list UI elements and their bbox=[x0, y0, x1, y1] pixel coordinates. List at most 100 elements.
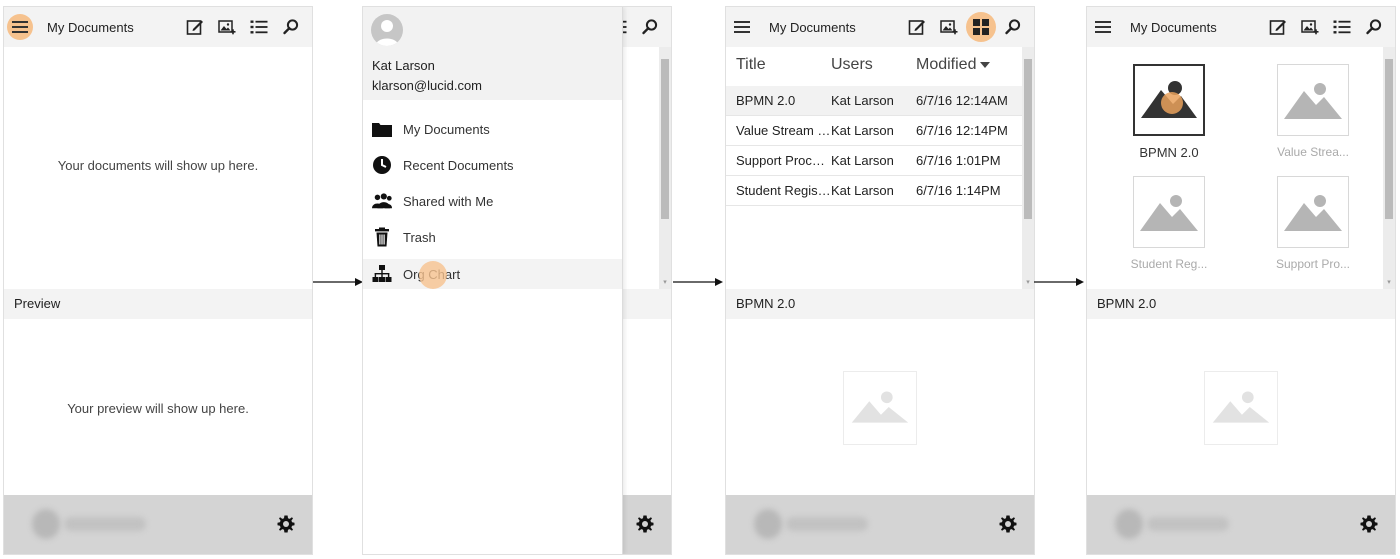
search-button[interactable] bbox=[998, 12, 1028, 42]
table-row[interactable]: Value Stream Map Kat Larson 6/7/16 12:14… bbox=[726, 116, 1022, 146]
cell-users: Kat Larson bbox=[831, 153, 894, 168]
column-header-title[interactable]: Title bbox=[726, 56, 831, 74]
gear-icon[interactable] bbox=[276, 514, 296, 534]
new-document-button[interactable] bbox=[902, 12, 932, 42]
image-placeholder-icon bbox=[1284, 195, 1342, 231]
user-email: klarson@lucid.com bbox=[372, 78, 483, 93]
nav-label: Recent Documents bbox=[403, 157, 514, 173]
document-tile[interactable] bbox=[1277, 176, 1349, 248]
tile-label: BPMN 2.0 bbox=[1139, 145, 1199, 160]
cell-title: Support Process bbox=[736, 153, 831, 168]
avatar[interactable] bbox=[32, 509, 60, 539]
document-thumbnail-icon bbox=[1141, 81, 1197, 118]
image-placeholder-icon bbox=[1212, 391, 1270, 423]
page-title: My Documents bbox=[1130, 19, 1217, 35]
document-tile[interactable] bbox=[1133, 176, 1205, 248]
search-button[interactable] bbox=[276, 12, 306, 42]
flow-arrow bbox=[1034, 278, 1084, 286]
nav-item-shared-with-me[interactable]: Shared with Me bbox=[363, 186, 622, 216]
scroll-down-arrow[interactable]: ▾ bbox=[661, 279, 669, 287]
insert-image-button[interactable] bbox=[212, 12, 242, 42]
cell-title: Value Stream Map bbox=[736, 123, 831, 138]
preview-area: Your preview will show up here. bbox=[4, 319, 312, 497]
empty-preview-message: Your preview will show up here. bbox=[67, 401, 249, 416]
grid-icon bbox=[973, 19, 989, 35]
gear-icon[interactable] bbox=[635, 514, 655, 534]
search-icon bbox=[283, 19, 299, 35]
cell-users: Kat Larson bbox=[831, 93, 894, 108]
list-view-button[interactable] bbox=[1327, 12, 1357, 42]
cell-title: Student Registration bbox=[736, 183, 831, 198]
nav-item-trash[interactable]: Trash bbox=[363, 222, 622, 252]
account-footer bbox=[4, 495, 312, 554]
page-title: My Documents bbox=[47, 19, 134, 35]
nav-label: Trash bbox=[403, 229, 436, 245]
nav-item-org-chart[interactable]: Org Chart bbox=[363, 259, 622, 289]
preview-placeholder bbox=[1204, 371, 1278, 445]
list-icon bbox=[250, 20, 268, 34]
table-row[interactable]: Student Registration Kat Larson 6/7/16 1… bbox=[726, 176, 1022, 206]
scrollbar[interactable]: ▾ bbox=[1383, 47, 1395, 289]
column-header-modified-label: Modified bbox=[916, 56, 977, 73]
folder-icon bbox=[372, 123, 392, 137]
list-icon bbox=[1333, 20, 1351, 34]
search-button-behind bbox=[635, 12, 665, 42]
avatar[interactable] bbox=[371, 14, 403, 46]
column-header-users[interactable]: Users bbox=[831, 56, 916, 74]
account-name bbox=[786, 517, 868, 531]
column-header-modified[interactable]: Modified bbox=[916, 56, 1022, 74]
table-header: Title Users Modified bbox=[726, 47, 1022, 83]
menu-button[interactable] bbox=[1090, 14, 1116, 40]
search-button[interactable] bbox=[1359, 12, 1389, 42]
insert-image-button[interactable] bbox=[1295, 12, 1325, 42]
account-name bbox=[64, 517, 146, 531]
scroll-thumb[interactable] bbox=[1385, 59, 1393, 219]
document-tile-selected[interactable] bbox=[1133, 64, 1205, 136]
insert-image-button[interactable] bbox=[934, 12, 964, 42]
empty-documents-message: Your documents will show up here. bbox=[57, 158, 259, 173]
scroll-down-arrow[interactable]: ▾ bbox=[1024, 279, 1032, 287]
nav-item-my-documents[interactable]: My Documents bbox=[363, 114, 622, 144]
grid-view-button[interactable] bbox=[966, 12, 996, 42]
touch-indicator bbox=[419, 261, 447, 289]
edit-icon bbox=[908, 20, 925, 35]
preview-area bbox=[1087, 319, 1395, 497]
add-image-icon bbox=[940, 20, 958, 35]
scrollbar[interactable]: ▾ bbox=[1022, 47, 1034, 289]
page-title: My Documents bbox=[769, 19, 856, 35]
drawer-user-header: Kat Larson klarson@lucid.com bbox=[363, 7, 622, 100]
tile-label: Support Pro... bbox=[1275, 257, 1351, 271]
hamburger-icon bbox=[734, 21, 750, 33]
new-document-button[interactable] bbox=[1263, 12, 1293, 42]
document-tile[interactable] bbox=[1277, 64, 1349, 136]
menu-button[interactable] bbox=[7, 14, 33, 40]
avatar[interactable] bbox=[1115, 509, 1143, 539]
avatar[interactable] bbox=[754, 509, 782, 539]
nav-item-recent-documents[interactable]: Recent Documents bbox=[363, 150, 622, 180]
user-icon bbox=[375, 20, 399, 46]
table-row[interactable]: Support Process Kat Larson 6/7/16 1:01PM bbox=[726, 146, 1022, 176]
gear-icon[interactable] bbox=[998, 514, 1018, 534]
scroll-down-arrow[interactable]: ▾ bbox=[1385, 279, 1393, 287]
menu-button[interactable] bbox=[729, 14, 755, 40]
org-chart-icon bbox=[372, 265, 392, 282]
image-placeholder-icon bbox=[851, 391, 909, 423]
list-view-button[interactable] bbox=[244, 12, 274, 42]
tile-label: Student Reg... bbox=[1130, 257, 1208, 271]
image-placeholder-icon bbox=[1284, 83, 1342, 119]
screen-list-view: My Documents Title Users Modified BPMN 2… bbox=[725, 6, 1035, 555]
cell-users: Kat Larson bbox=[831, 123, 894, 138]
new-document-button[interactable] bbox=[180, 12, 210, 42]
navigation-drawer: Kat Larson klarson@lucid.com My Document… bbox=[363, 7, 623, 554]
edit-icon bbox=[1269, 20, 1286, 35]
app-header: My Documents bbox=[726, 7, 1034, 47]
trash-icon bbox=[375, 227, 389, 247]
app-header: My Documents bbox=[1087, 7, 1395, 47]
preview-header: BPMN 2.0 bbox=[726, 289, 1034, 319]
scroll-thumb[interactable] bbox=[1024, 59, 1032, 219]
scrollbar[interactable]: ▾ bbox=[659, 47, 671, 289]
scroll-thumb[interactable] bbox=[661, 59, 669, 219]
gear-icon[interactable] bbox=[1359, 514, 1379, 534]
sort-down-icon bbox=[980, 61, 991, 68]
table-row[interactable]: BPMN 2.0 Kat Larson 6/7/16 12:14AM bbox=[726, 86, 1022, 116]
